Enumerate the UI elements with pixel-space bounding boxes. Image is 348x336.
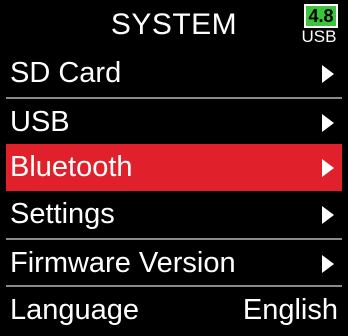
menu-item-firmware-version[interactable]: Firmware Version <box>6 238 342 285</box>
battery-level: 4.8 <box>304 4 338 28</box>
system-menu: SD Card USB Bluetooth Settings Firmware … <box>0 50 348 332</box>
menu-item-sd-card[interactable]: SD Card <box>6 50 342 97</box>
menu-item-language[interactable]: Language English <box>6 285 342 332</box>
chevron-right-icon <box>322 255 334 273</box>
chevron-right-icon <box>322 114 334 132</box>
menu-item-label: SD Card <box>10 57 122 89</box>
menu-item-label: USB <box>10 106 70 138</box>
chevron-right-icon <box>322 65 334 83</box>
chevron-right-icon <box>322 206 334 224</box>
menu-item-label: Language <box>10 294 140 326</box>
menu-item-label: Bluetooth <box>10 151 133 183</box>
header-bar: SYSTEM 4.8 USB <box>0 0 348 50</box>
power-source-label: USB <box>301 27 337 46</box>
menu-item-bluetooth[interactable]: Bluetooth <box>6 144 342 191</box>
menu-item-settings[interactable]: Settings <box>6 191 342 238</box>
menu-item-label: Settings <box>10 198 115 230</box>
menu-item-usb[interactable]: USB <box>6 97 342 144</box>
menu-item-value: English <box>242 294 338 326</box>
page-title: SYSTEM <box>110 8 238 41</box>
menu-item-label: Firmware Version <box>10 247 236 279</box>
chevron-right-icon <box>322 159 334 177</box>
battery-indicator: 4.8 USB <box>300 4 338 46</box>
